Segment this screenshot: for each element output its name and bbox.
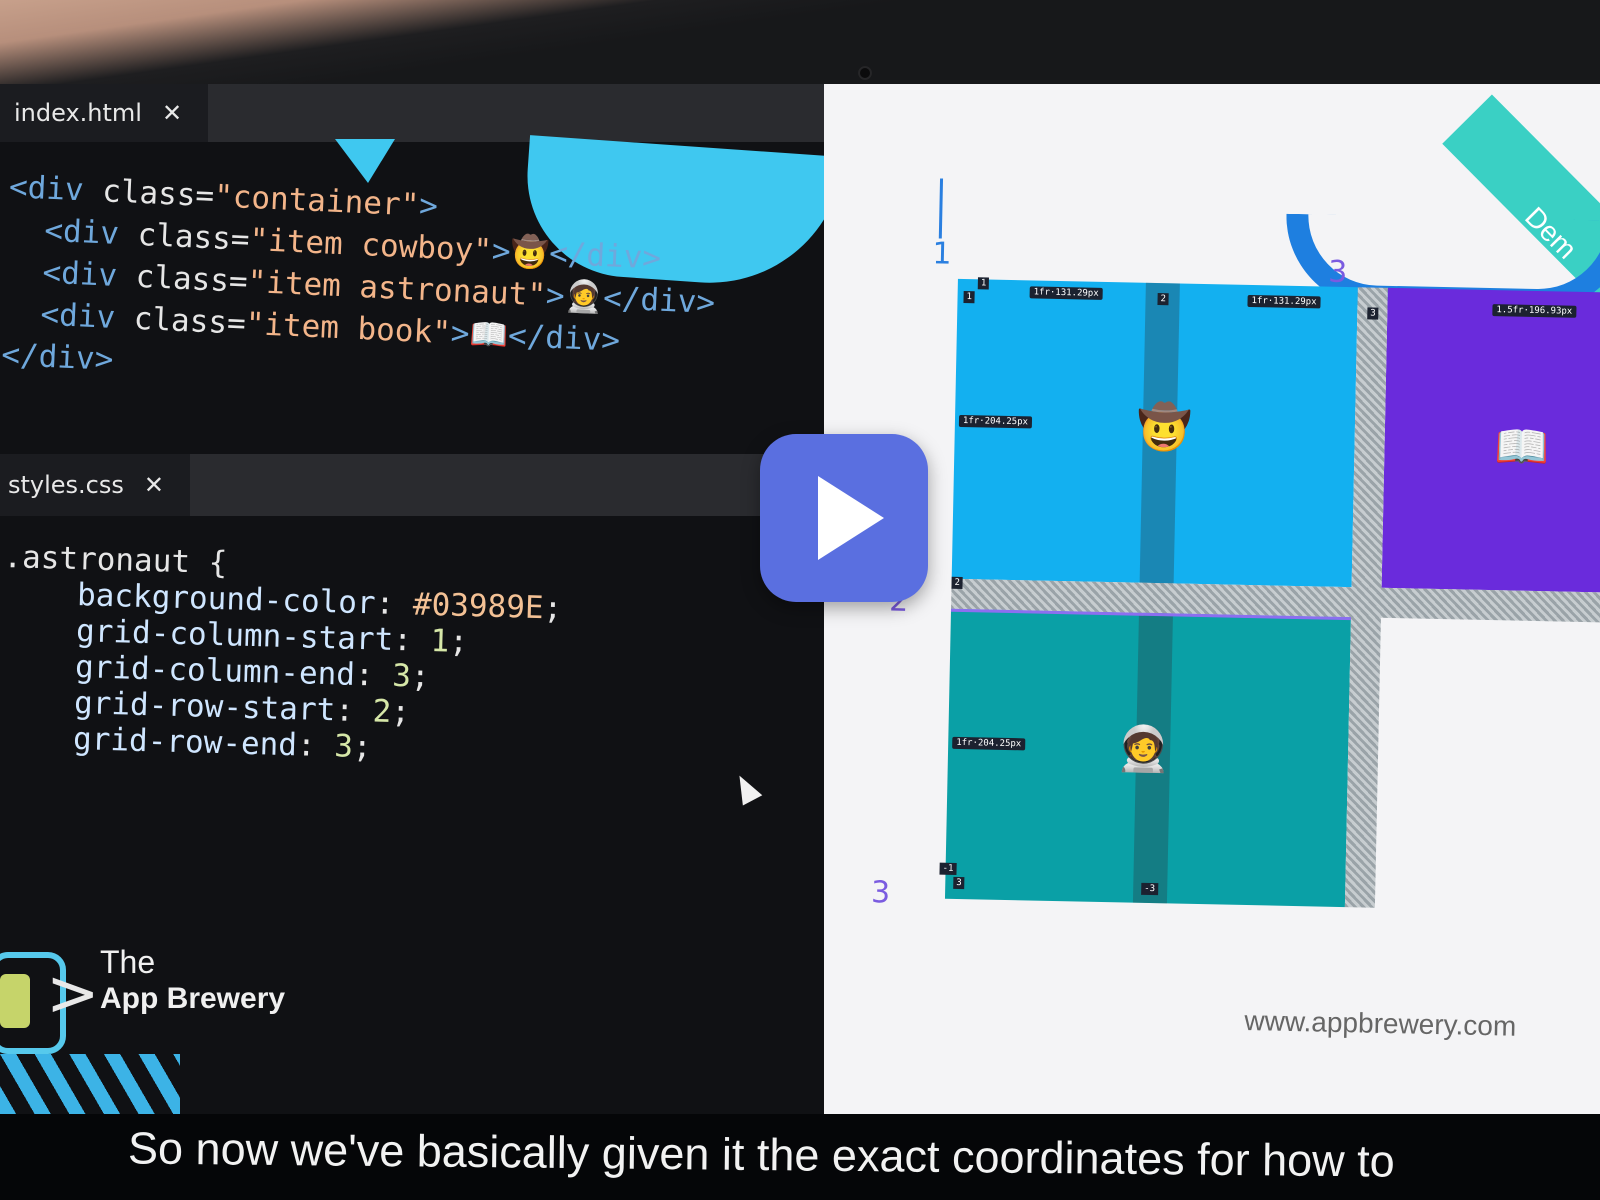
astronaut-emoji-icon: 🧑‍🚀 [1115,723,1172,776]
logo-text-the: The [100,944,156,980]
grid-line-number: 3 [953,876,965,890]
annotation-3-top: 3 [1327,254,1348,290]
track-size-label: 1fr·204.25px [958,414,1033,429]
grid-line-number: -1 [939,862,957,875]
grid-line-number: -3 [1141,882,1159,896]
play-button[interactable] [760,434,928,602]
grid-line-number: 1 [963,290,976,304]
chevron-right-icon: > [46,957,100,1031]
tab-styles-css[interactable]: styles.css ✕ [0,454,190,516]
cowboy-emoji-icon: 🤠 [1136,401,1193,454]
css-grid-container: 🤠 🧑‍🚀 📖 1fr·131.29px 1fr·131.29px 1.5fr·… [939,277,1600,912]
mouse-pointer-icon [729,770,763,806]
logo-fill [0,974,30,1028]
webcam [858,66,872,80]
html-code-block: <div class="container"> <div class="item… [0,168,716,378]
css-tabbar: styles.css ✕ [0,454,860,516]
video-frame: index.html ✕ <div class="container"> <di… [0,84,1600,1200]
track-size-label: 1fr·131.29px [1247,294,1321,309]
grid-line-number: 1 [977,277,990,290]
tab-index-html[interactable]: index.html ✕ [0,84,209,142]
html-tabbar: index.html ✕ [0,84,860,142]
annotation-3-left: 3 [870,875,891,911]
close-icon[interactable]: ✕ [144,471,164,499]
tab-label: index.html [14,99,142,127]
logo-text-name: App Brewery [100,982,286,1015]
logo-stripes [0,1054,180,1114]
track-size-label: 1fr·204.25px [952,736,1026,751]
grid-line-number: 2 [951,576,964,590]
tab-label: styles.css [8,471,124,499]
close-icon[interactable]: ✕ [162,99,182,127]
grid-line-number: 3 [1367,307,1379,320]
book-emoji-icon: 📖 [1494,421,1550,474]
decorative-shape [335,139,395,183]
css-code-block: .astronaut { background-color: #03989E; … [0,539,563,766]
website-url: www.appbrewery.com [1244,1005,1517,1042]
grid-line-number: 2 [1157,293,1170,306]
track-size-label: 1fr·131.29px [1029,286,1103,300]
book-emoji-icon: 📖 [468,316,509,354]
video-subtitle: So now we've basically given it the exac… [127,1122,1396,1187]
code-editor: index.html ✕ <div class="container"> <di… [0,84,860,1114]
play-icon [818,476,884,560]
cowboy-emoji-icon: 🤠 [509,233,550,272]
arrow-down-icon [938,178,944,239]
astronaut-emoji-icon: 🧑‍🚀 [563,278,604,317]
grid-item-book [1381,287,1600,593]
app-brewery-logo: > The App Brewery [0,924,330,1114]
grid-preview-panel: Dem 1 3 2 3 🤠 🧑‍🚀 📖 1fr·131.29px 1fr·131… [824,84,1600,1114]
annotation-1: 1 [932,236,952,272]
track-size-label: 1.5fr·196.93px [1492,304,1577,318]
